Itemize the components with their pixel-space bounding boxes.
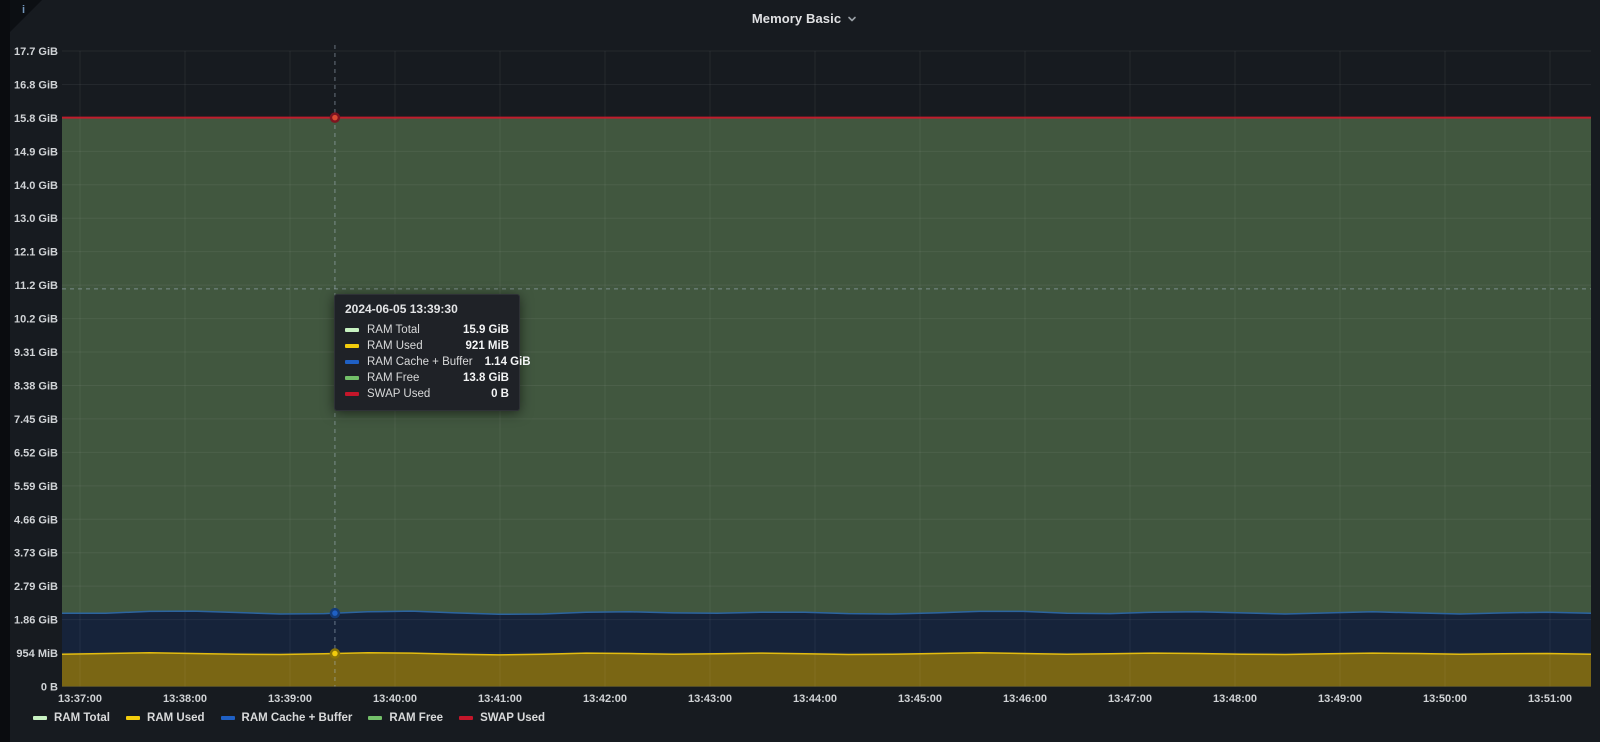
- series-swatch-icon: [126, 716, 140, 720]
- tooltip-series-value: 921 MiB: [466, 340, 509, 352]
- x-tick-label: 13:42:00: [583, 693, 627, 705]
- y-tick-label: 4.66 GiB: [14, 514, 58, 526]
- y-tick-label: 10.2 GiB: [14, 314, 58, 326]
- series-swatch-icon: [459, 716, 473, 720]
- x-tick-label: 13:40:00: [373, 693, 417, 705]
- x-tick-label: 13:46:00: [1003, 693, 1047, 705]
- tooltip-series-value: 15.9 GiB: [463, 324, 509, 336]
- legend-item-swap-used[interactable]: SWAP Used: [459, 712, 545, 724]
- legend-item-ram-total[interactable]: RAM Total: [33, 712, 110, 724]
- hover-point-ram-used: [331, 650, 339, 658]
- x-axis-labels: 13:37:00 13:38:00 13:39:00 13:40:00 13:41:00…: [58, 693, 1572, 705]
- legend-label: RAM Total: [54, 712, 110, 724]
- tooltip-timestamp: 2024-06-05 13:39:30: [345, 302, 509, 316]
- y-tick-label: 11.2 GiB: [15, 280, 58, 292]
- series-swatch-icon: [345, 392, 359, 396]
- y-tick-label: 15.8 GiB: [14, 113, 58, 125]
- y-tick-label: 7.45 GiB: [14, 414, 58, 426]
- y-tick-label: 14.9 GiB: [14, 146, 58, 158]
- tooltip-series-label: RAM Free: [367, 372, 451, 384]
- legend-item-ram-used[interactable]: RAM Used: [126, 712, 205, 724]
- tooltip-series-value: 1.14 GiB: [485, 356, 531, 368]
- legend-label: RAM Cache + Buffer: [242, 712, 353, 724]
- y-tick-label: 17.7 GiB: [14, 46, 58, 58]
- tooltip-row: RAM Total 15.9 GiB: [345, 322, 509, 338]
- series-swatch-icon: [345, 376, 359, 380]
- y-tick-label: 12.1 GiB: [14, 247, 58, 259]
- tooltip-series-label: RAM Total: [367, 324, 451, 336]
- hover-tooltip: 2024-06-05 13:39:30 RAM Total 15.9 GiB R…: [334, 294, 520, 411]
- tooltip-series-label: RAM Cache + Buffer: [367, 356, 473, 368]
- y-tick-label: 3.73 GiB: [14, 548, 58, 560]
- y-tick-label: 8.38 GiB: [14, 380, 58, 392]
- legend-item-ram-free[interactable]: RAM Free: [368, 712, 443, 724]
- tooltip-row: RAM Used 921 MiB: [345, 338, 509, 354]
- x-tick-label: 13:48:00: [1213, 693, 1257, 705]
- x-tick-label: 13:43:00: [688, 693, 732, 705]
- y-tick-label: 9.31 GiB: [14, 347, 58, 359]
- y-tick-label: 2.79 GiB: [14, 581, 58, 593]
- hover-point-ram-cache-buffer: [331, 609, 339, 617]
- series-swatch-icon: [345, 344, 359, 348]
- x-tick-label: 13:41:00: [478, 693, 522, 705]
- tooltip-series-label: SWAP Used: [367, 388, 479, 400]
- y-tick-label: 13.0 GiB: [14, 213, 58, 225]
- legend-label: RAM Used: [147, 712, 205, 724]
- y-tick-label: 16.8 GiB: [14, 79, 58, 91]
- series-areas: [62, 118, 1591, 687]
- x-tick-label: 13:51:00: [1528, 693, 1572, 705]
- y-axis-labels: 0 B 954 MiB 1.86 GiB 2.79 GiB 3.73 GiB 4.66 G…: [14, 46, 58, 694]
- legend-label: RAM Free: [389, 712, 443, 724]
- tooltip-series-value: 13.8 GiB: [463, 372, 509, 384]
- x-tick-label: 13:39:00: [268, 693, 312, 705]
- x-tick-label: 13:38:00: [163, 693, 207, 705]
- series-swatch-icon: [221, 716, 235, 720]
- tooltip-row: SWAP Used 0 B: [345, 386, 509, 402]
- hover-point-swap-used: [331, 114, 339, 122]
- tooltip-series-value: 0 B: [491, 388, 509, 400]
- series-swatch-icon: [368, 716, 382, 720]
- y-tick-label: 0 B: [41, 682, 58, 694]
- tooltip-row: RAM Cache + Buffer 1.14 GiB: [345, 354, 509, 370]
- x-tick-label: 13:45:00: [898, 693, 942, 705]
- tooltip-row: RAM Free 13.8 GiB: [345, 370, 509, 386]
- tooltip-series-label: RAM Used: [367, 340, 454, 352]
- panel-header: Memory Basic: [10, 0, 1600, 36]
- y-tick-label: 1.86 GiB: [14, 615, 58, 627]
- y-tick-label: 5.59 GiB: [14, 481, 58, 493]
- panel-title[interactable]: Memory Basic: [752, 11, 858, 26]
- memory-chart[interactable]: 0 B 954 MiB 1.86 GiB 2.79 GiB 3.73 GiB 4.66 G…: [0, 0, 1600, 742]
- series-swatch-icon: [33, 716, 47, 720]
- legend: RAM Total RAM Used RAM Cache + Buffer RA…: [33, 712, 545, 724]
- x-tick-label: 13:37:00: [58, 693, 102, 705]
- series-swatch-icon: [345, 360, 359, 364]
- y-tick-label: 954 MiB: [16, 648, 58, 660]
- x-tick-label: 13:49:00: [1318, 693, 1362, 705]
- x-tick-label: 13:47:00: [1108, 693, 1152, 705]
- legend-item-ram-cache-buffer[interactable]: RAM Cache + Buffer: [221, 712, 353, 724]
- chevron-down-icon: [846, 13, 858, 25]
- series-swatch-icon: [345, 328, 359, 332]
- panel-title-text: Memory Basic: [752, 11, 841, 26]
- x-tick-label: 13:50:00: [1423, 693, 1467, 705]
- y-tick-label: 14.0 GiB: [14, 180, 58, 192]
- y-tick-label: 6.52 GiB: [14, 447, 58, 459]
- x-tick-label: 13:44:00: [793, 693, 837, 705]
- grafana-dashboard: { "panel": { "title": "Memory Basic", "i…: [0, 0, 1600, 742]
- legend-label: SWAP Used: [480, 712, 545, 724]
